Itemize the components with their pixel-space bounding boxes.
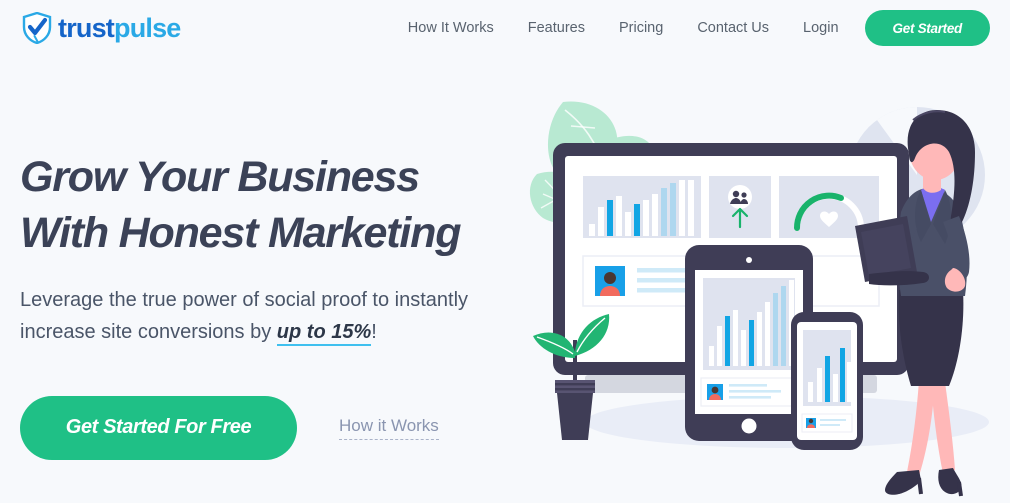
main-navigation: How It Works Features Pricing Contact Us… (408, 10, 1010, 46)
shield-check-icon (22, 11, 52, 45)
how-it-works-link[interactable]: How it Works (339, 416, 439, 440)
hero-subtitle: Leverage the true power of social proof … (20, 284, 545, 348)
phone-notification-card (801, 413, 853, 433)
brand-name-part2: pulse (114, 12, 181, 43)
phone-device (791, 312, 863, 450)
brand-logo[interactable]: trustpulse (22, 11, 181, 45)
site-header: trustpulse How It Works Features Pricing… (0, 0, 1010, 56)
subtitle-text-after: ! (371, 320, 377, 343)
hero-content: Grow Your Business With Honest Marketing… (20, 150, 580, 460)
brand-name-part1: trust (58, 12, 115, 43)
hero-cta-row: Get Started For Free How it Works (20, 395, 580, 460)
brand-name: trustpulse (58, 12, 181, 43)
nav-item-how-it-works[interactable]: How It Works (408, 20, 494, 36)
subtitle-text-before: Leverage the true power of social proof … (20, 288, 469, 343)
subtitle-highlight: up to 15% (276, 320, 372, 346)
nav-item-features[interactable]: Features (528, 20, 585, 36)
tablet-notification-card (700, 377, 798, 407)
get-started-button[interactable]: Get Started (864, 10, 990, 46)
illustration-svg (529, 101, 989, 497)
nav-item-pricing[interactable]: Pricing (619, 20, 663, 36)
nav-item-contact-us[interactable]: Contact Us (697, 20, 769, 36)
page-title: Grow Your Business With Honest Marketing (20, 150, 580, 262)
hero-illustration (525, 90, 1010, 503)
landing-page: trustpulse How It Works Features Pricing… (0, 0, 1010, 503)
headline-line-1: Grow Your Business (20, 153, 420, 201)
headline-line-2: With Honest Marketing (20, 208, 461, 257)
get-started-for-free-button[interactable]: Get Started For Free (20, 395, 297, 460)
nav-item-login[interactable]: Login (803, 20, 838, 36)
